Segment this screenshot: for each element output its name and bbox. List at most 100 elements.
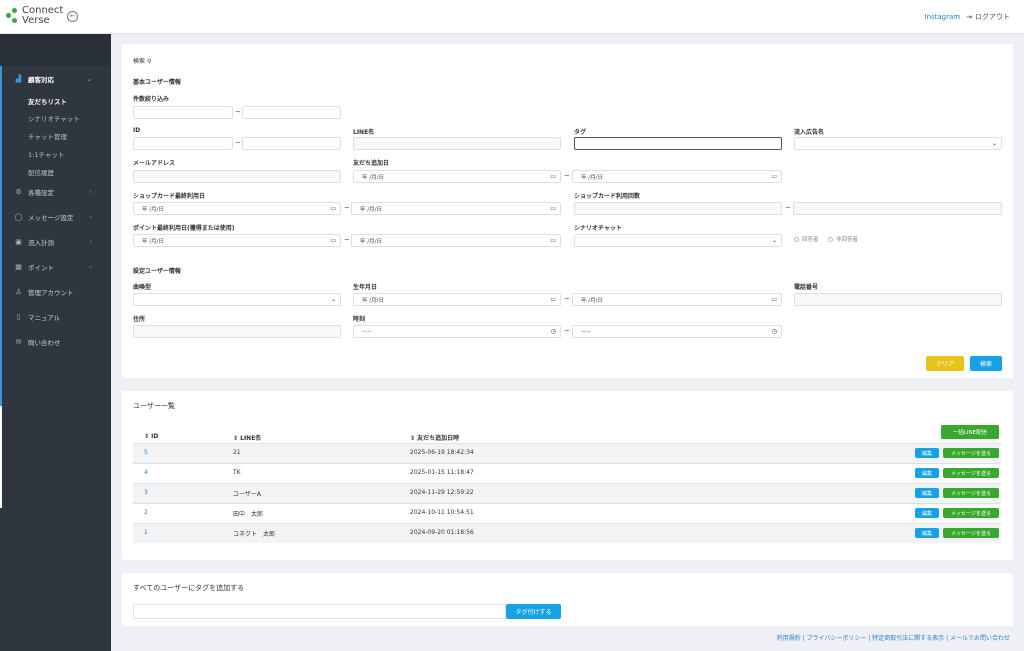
sidebar-sub-scenario[interactable]: シナリオチャット <box>28 112 80 124</box>
sidebar-item-manual[interactable]: ▯ マニュアル <box>14 310 106 324</box>
row-name: TK <box>233 469 241 476</box>
chevron-left-icon: ‹ <box>89 263 92 271</box>
calendar-icon: ▭ <box>771 173 777 180</box>
count-filter-label: 件数絞り込み <box>133 96 170 103</box>
col-id[interactable]: ⇕ ID <box>144 433 158 440</box>
ad-name-select[interactable]: ⌄ <box>794 137 1002 150</box>
shop-count-from[interactable] <box>574 202 782 215</box>
time-from[interactable]: --:-- ◷ <box>353 325 561 338</box>
send-message-button[interactable]: メッセージを送る <box>943 508 999 518</box>
tag-all-card: すべてのユーザーにタグを追加する タグ付けする <box>122 573 1013 626</box>
address-input[interactable] <box>133 325 341 338</box>
scenario-select[interactable]: ⌄ <box>574 234 782 247</box>
sidebar-sub-1on1[interactable]: 1:1チャット <box>28 148 64 160</box>
friend-date-from[interactable]: 年 /月/日 ▭ <box>353 170 561 183</box>
answered-radio[interactable]: 回答者 <box>794 235 819 243</box>
song-select[interactable]: ⌄ <box>133 293 341 306</box>
instagram-link[interactable]: Instagram <box>925 13 961 21</box>
unanswered-radio[interactable]: 非回答者 <box>828 235 858 243</box>
time-to[interactable]: --:-- ◷ <box>572 325 782 338</box>
chat-icon: ◯ <box>14 213 23 221</box>
chevron-left-icon: ‹ <box>89 213 92 221</box>
edit-button[interactable]: 編集 <box>915 488 939 498</box>
calendar-icon: ▭ <box>550 237 556 244</box>
row-id-link[interactable]: 4 <box>144 469 148 476</box>
send-message-button[interactable]: メッセージを送る <box>943 448 999 458</box>
friend-date-to[interactable]: 年 /月/日 ▭ <box>572 170 782 183</box>
sidebar-item-point[interactable]: ▦ ポイント ‹ <box>14 260 106 274</box>
email-input[interactable] <box>133 170 341 183</box>
row-id-link[interactable]: 1 <box>144 529 148 536</box>
date-placeholder: 年 /月/日 <box>362 297 384 304</box>
send-message-button[interactable]: メッセージを送る <box>943 528 999 538</box>
point-last-label: ポイント最終利用日(獲得または使用) <box>133 225 235 232</box>
birthday-from[interactable]: 年 /月/日 ▭ <box>353 293 561 306</box>
sidebar-item-account[interactable]: ♙ 管理アカウント <box>14 285 106 299</box>
row-date: 2024-09-20 01:18:56 <box>410 529 474 536</box>
id-to-input[interactable] <box>242 137 341 150</box>
count-to-input[interactable] <box>242 106 341 119</box>
date-placeholder: 年 /月/日 <box>142 238 164 245</box>
id-from-input[interactable] <box>133 137 233 150</box>
tag-all-button[interactable]: タグ付けする <box>506 604 561 619</box>
shop-count-to[interactable] <box>793 202 1002 215</box>
chevron-down-icon: ⌄ <box>330 296 336 303</box>
row-date: 2025-01-15 11:18:47 <box>410 469 474 476</box>
row-id-link[interactable]: 5 <box>144 449 148 456</box>
search-icon: ⚲ <box>146 58 152 65</box>
sidebar-item-message[interactable]: ◯ メッセージ設定 ‹ <box>14 210 106 224</box>
row-date: 2024-10-11 10:54:51 <box>410 509 474 516</box>
edit-button[interactable]: 編集 <box>915 448 939 458</box>
date-placeholder: 年 /月/日 <box>360 238 382 245</box>
edit-button[interactable]: 編集 <box>915 468 939 478</box>
tag-all-input[interactable] <box>133 604 506 619</box>
gear-icon: ⚙ <box>15 188 22 196</box>
sidebar-sub-chat[interactable]: チャット管理 <box>28 130 67 142</box>
shop-last-from[interactable]: 年 /月/日 ▭ <box>133 202 341 215</box>
user-icon: ♙ <box>15 288 22 296</box>
sidebar-item-contact[interactable]: ✉ 問い合わせ <box>14 335 106 349</box>
sidebar-item-inflow[interactable]: ▣ 流入計測 ‹ <box>14 235 106 249</box>
edit-button[interactable]: 編集 <box>915 508 939 518</box>
shop-last-to[interactable]: 年 /月/日 ▭ <box>351 202 561 215</box>
search-button[interactable]: 検索 <box>970 356 1002 371</box>
sidebar-item-label: 問い合わせ <box>28 339 61 347</box>
table-header: ⇕ ID ⇕ LINE名 ⇕ 友だち追加日時 <box>133 429 1001 443</box>
send-message-button[interactable]: メッセージを送る <box>943 468 999 478</box>
sidebar-item-customer[interactable]: ▟ 顧客対応 ⌄ <box>14 72 106 86</box>
sidebar-item-label: 流入計測 <box>28 239 54 247</box>
answered-label: 回答者 <box>802 237 819 243</box>
row-id-link[interactable]: 3 <box>144 489 148 496</box>
col-friend-date[interactable]: ⇕ 友だち追加日時 <box>410 433 459 442</box>
sidebar-item-settings[interactable]: ⚙ 各種設定 ‹ <box>14 185 106 199</box>
sidebar-item-label: メッセージ設定 <box>28 214 74 222</box>
tag-input[interactable] <box>574 137 782 150</box>
top-bar: Connect Verse ← Instagram ⇥ ログアウト <box>0 0 1024 34</box>
col-line-name[interactable]: ⇕ LINE名 <box>233 433 261 442</box>
sidebar-sub-friends[interactable]: 友だちリスト <box>28 95 67 107</box>
book-icon: ▯ <box>16 313 21 321</box>
arrow-left-circle-icon[interactable]: ← <box>67 11 78 22</box>
phone-input[interactable] <box>794 293 1002 306</box>
edit-button[interactable]: 編集 <box>915 528 939 538</box>
count-from-input[interactable] <box>133 106 233 119</box>
point-last-to[interactable]: 年 /月/日 ▭ <box>351 234 561 247</box>
logout-button[interactable]: ⇥ ログアウト <box>966 12 1010 22</box>
table-row: 2 田中 太郎 2024-10-11 10:54:51 編集 メッセージを送る <box>133 503 1001 523</box>
row-date: 2025-06-19 18:42:34 <box>410 449 474 456</box>
logo[interactable]: Connect Verse <box>6 6 63 26</box>
point-last-from[interactable]: 年 /月/日 ▭ <box>133 234 341 247</box>
table-row: 1 コネクト 太郎 2024-09-20 01:18:56 編集 メッセージを送… <box>133 523 1001 543</box>
date-placeholder: 年 /月/日 <box>360 206 382 213</box>
footer-links[interactable]: 利用規約 | プライバシーポリシー | 特定商取引法に関する表示 | メールでお… <box>777 633 1010 642</box>
setting-section-heading: 設定ユーザー情報 <box>133 268 181 275</box>
logo-mark-icon <box>6 6 20 26</box>
row-id-link[interactable]: 2 <box>144 509 148 516</box>
send-message-button[interactable]: メッセージを送る <box>943 488 999 498</box>
tag-all-title: すべてのユーザーにタグを追加する <box>133 584 245 592</box>
line-name-input[interactable] <box>353 137 561 150</box>
sidebar-sub-history[interactable]: 配信履歴 <box>28 166 54 178</box>
clear-button[interactable]: クリア <box>926 356 964 371</box>
search-title: 検索 ⚲ <box>133 56 151 65</box>
birthday-to[interactable]: 年 /月/日 ▭ <box>572 293 782 306</box>
